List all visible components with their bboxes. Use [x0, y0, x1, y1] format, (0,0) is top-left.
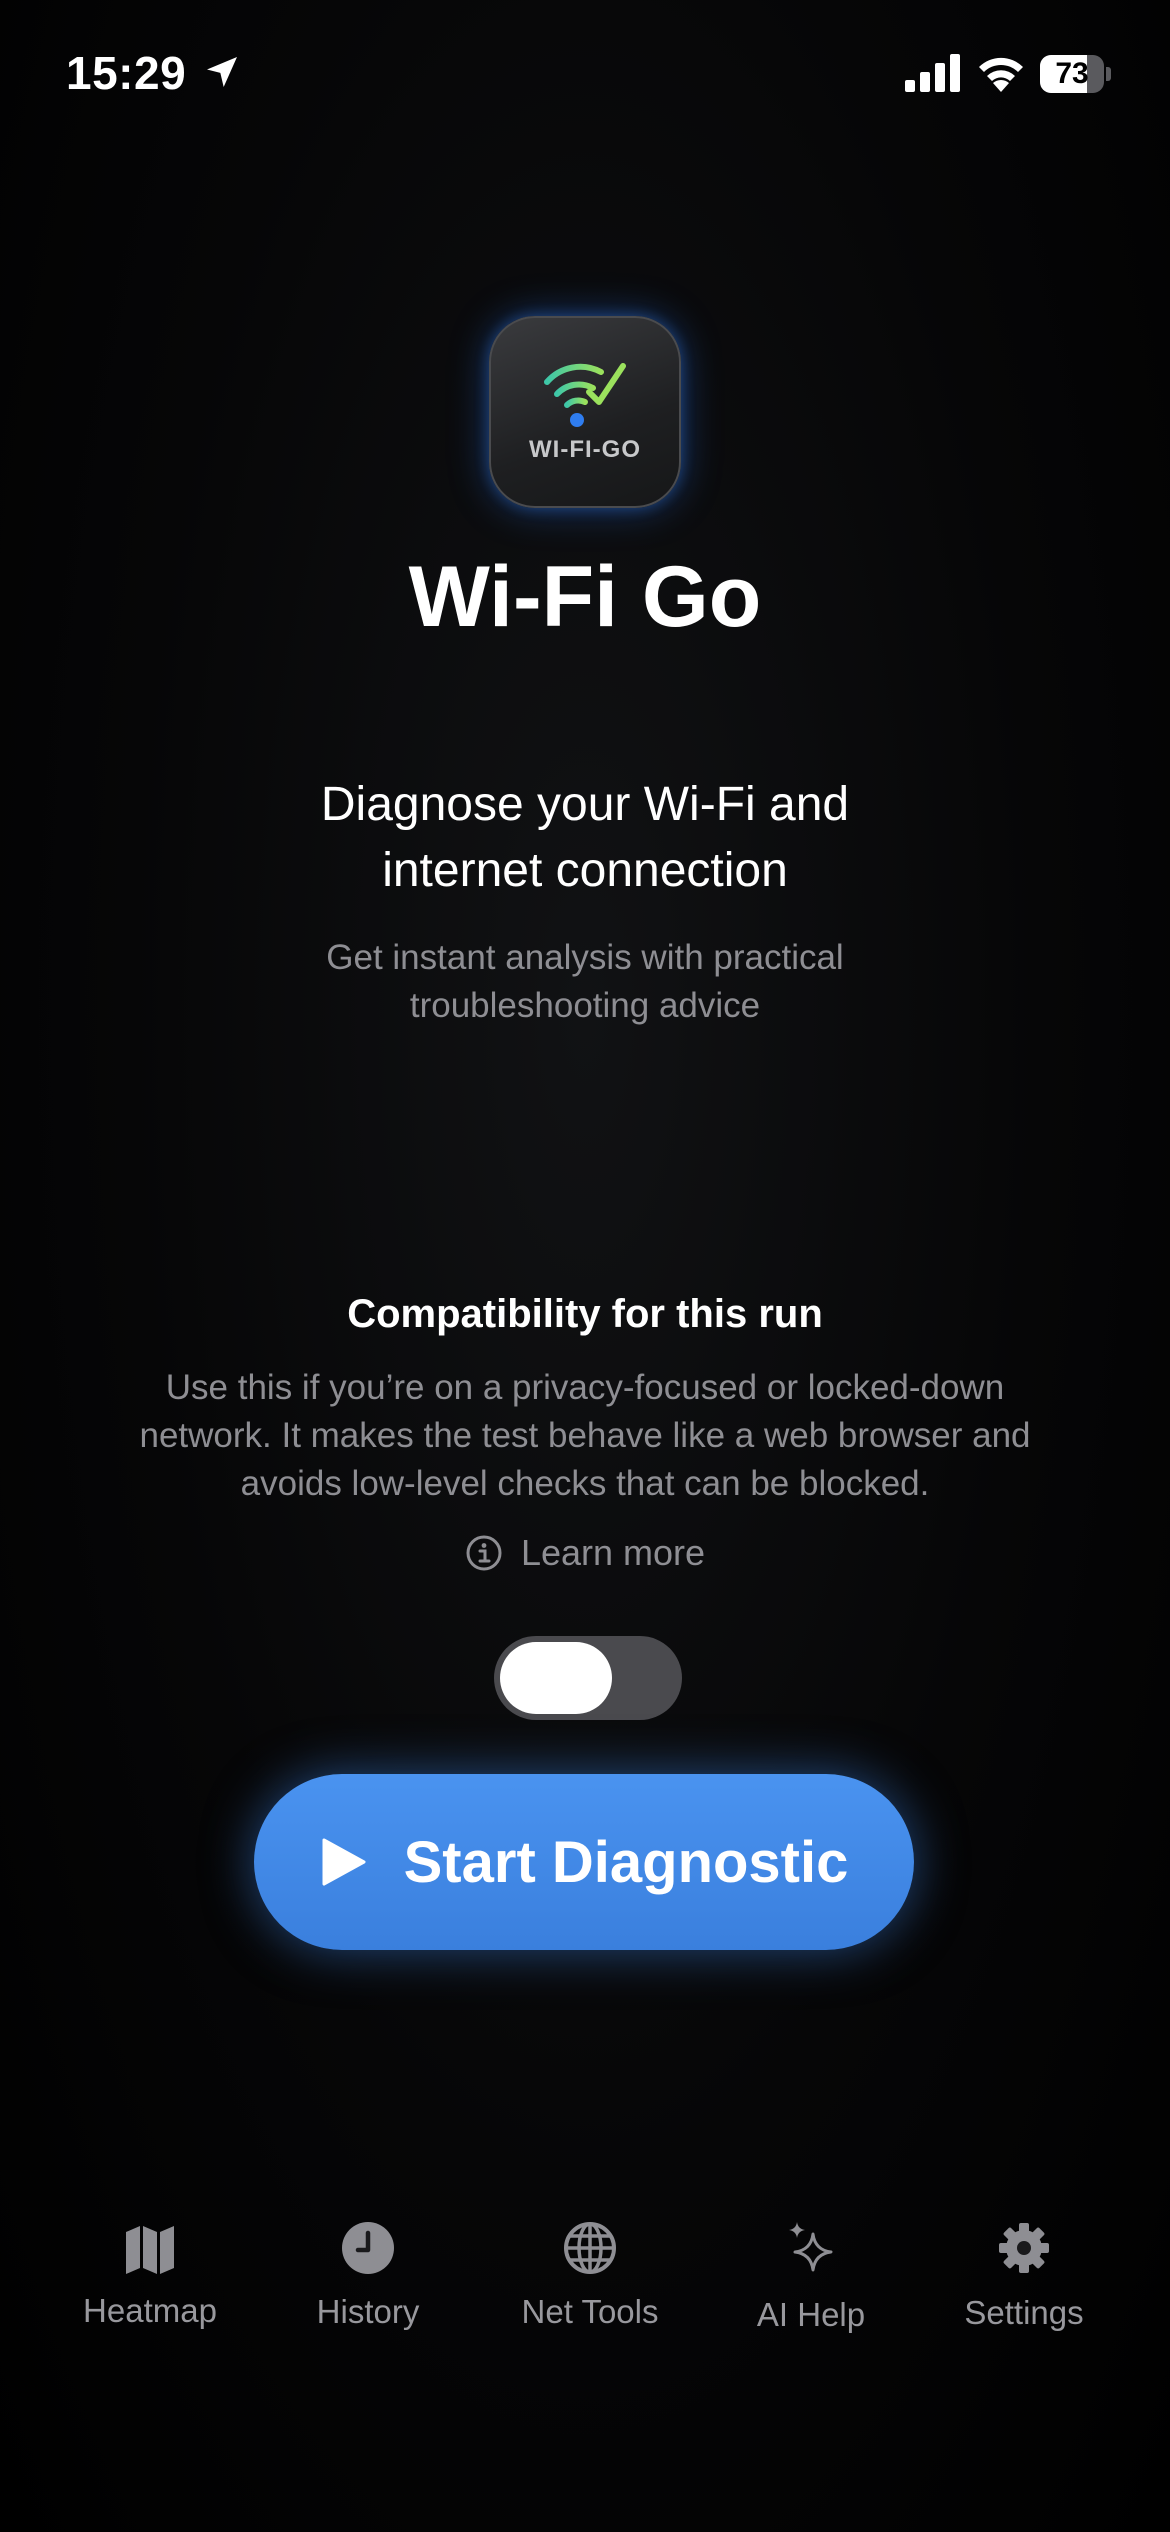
play-icon: [322, 1838, 366, 1886]
info-icon: [466, 1535, 502, 1571]
tab-label: Settings: [964, 2294, 1084, 2331]
tab-history[interactable]: History: [268, 2220, 468, 2350]
start-diagnostic-button[interactable]: Start Diagnostic: [254, 1774, 914, 1950]
compatibility-title: Compatibility for this run: [347, 1292, 823, 1336]
battery-percentage: 73: [1055, 57, 1089, 90]
learn-more-link[interactable]: Learn more: [0, 1528, 1170, 1578]
compatibility-description-line: avoids low-level checks that can be bloc…: [240, 1464, 930, 1503]
headline-line: Diagnose your Wi-Fi and: [320, 778, 850, 831]
subheadline: Get instant analysis with practical trou…: [260, 934, 910, 1030]
app-logo-icon: WI-FI-GO: [489, 316, 681, 508]
headline-line: internet connection: [382, 844, 788, 897]
location-arrow-icon: [207, 57, 237, 87]
compatibility-description-line: network. It makes the test behave like a…: [139, 1416, 1031, 1455]
compatibility-description-line: Use this if you’re on a privacy-focused …: [165, 1368, 1005, 1407]
tab-heatmap[interactable]: Heatmap: [50, 2220, 250, 2350]
cellular-signal-icon: [905, 54, 960, 92]
compatibility-description: Use this if you’re on a privacy-focused …: [70, 1364, 1100, 1508]
subheadline-line: troubleshooting advice: [409, 986, 761, 1025]
start-diagnostic-label: Start Diagnostic: [403, 1829, 849, 1895]
tab-label: Heatmap: [83, 2292, 217, 2329]
tab-label: AI Help: [756, 2296, 866, 2333]
clock-icon: [342, 2222, 394, 2274]
status-time: 15:29: [66, 47, 187, 99]
headline: Diagnose your Wi-Fi and internet connect…: [235, 772, 935, 904]
tab-bar: Heatmap History Net Tools AI Help Settin…: [0, 2170, 1170, 2532]
tab-label: History: [316, 2293, 420, 2330]
app-title: Wi-Fi Go: [408, 549, 762, 645]
sparkles-icon: [789, 2222, 833, 2272]
map-icon: [126, 2226, 174, 2274]
globe-icon: [564, 2222, 616, 2274]
gear-icon: [999, 2223, 1049, 2273]
app-screen: 15:29 73 WI-FI-GO Wi-Fi Go Diagnose your…: [0, 0, 1170, 2532]
wifi-check-icon: [544, 363, 626, 427]
battery-icon: 73: [1040, 55, 1112, 93]
tab-label: Net Tools: [521, 2293, 659, 2330]
app-icon-label: WI-FI-GO: [529, 436, 641, 463]
tab-ai-help[interactable]: AI Help: [711, 2220, 911, 2350]
toggle-knob: [500, 1642, 612, 1714]
tab-settings[interactable]: Settings: [924, 2220, 1124, 2350]
learn-more-label: Learn more: [520, 1532, 706, 1573]
compatibility-toggle[interactable]: [494, 1636, 682, 1720]
subheadline-line: Get instant analysis with practical: [326, 938, 844, 977]
status-bar: 15:29 73: [0, 0, 1170, 150]
tab-net-tools[interactable]: Net Tools: [490, 2220, 690, 2350]
wifi-icon: [979, 57, 1023, 92]
